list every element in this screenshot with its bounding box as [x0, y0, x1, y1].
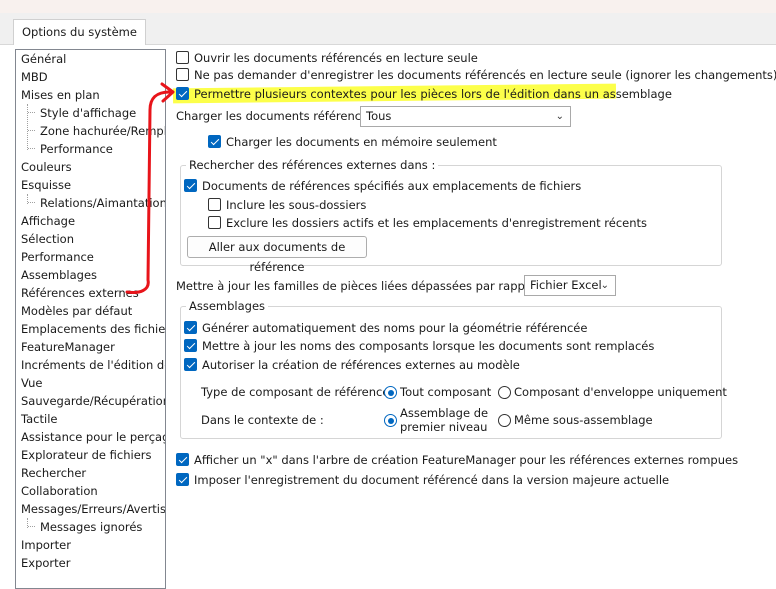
annotation-arrow [125, 82, 175, 294]
annotation-arrow-line [125, 90, 172, 294]
